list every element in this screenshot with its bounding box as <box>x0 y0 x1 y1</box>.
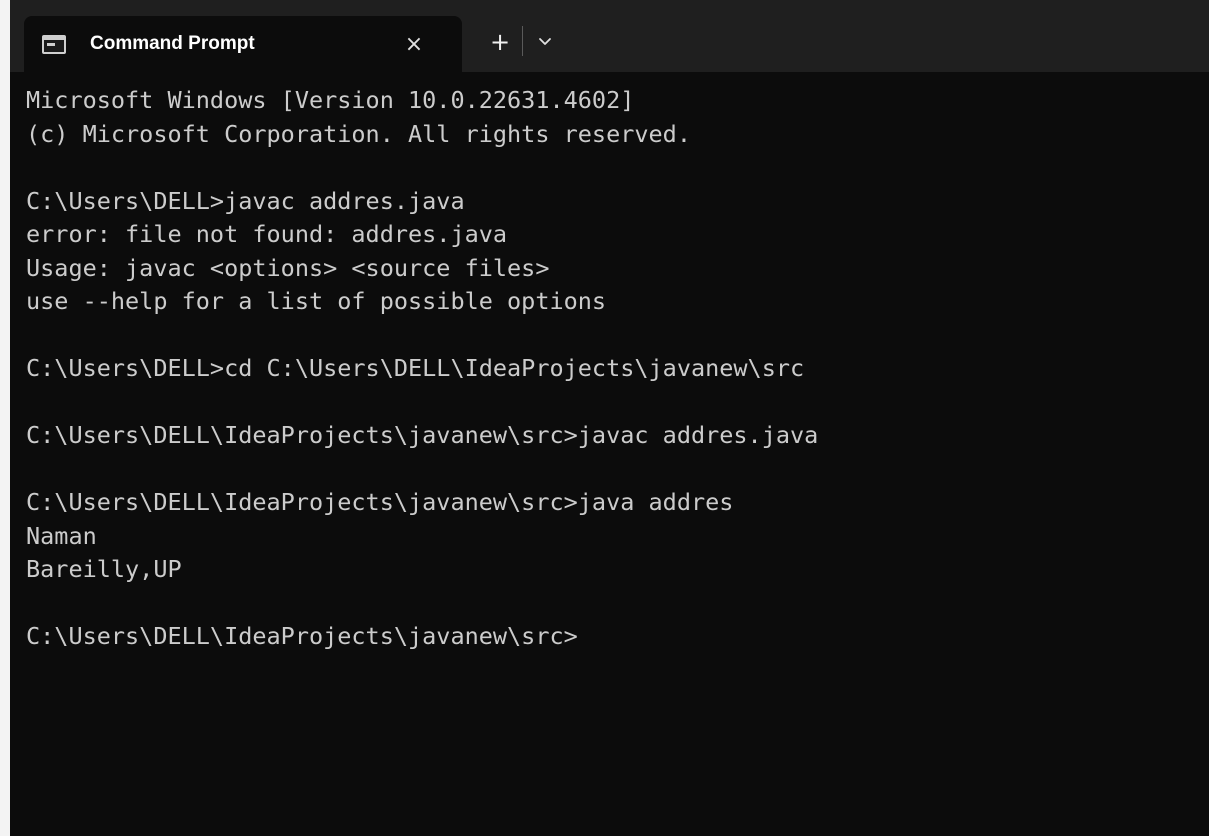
terminal-line: Bareilly,UP <box>26 555 182 583</box>
terminal-line: error: file not found: addres.java <box>26 220 508 248</box>
new-tab-button[interactable]: + <box>482 24 518 60</box>
chevron-down-icon <box>539 38 551 45</box>
terminal-line: Naman <box>26 521 97 550</box>
command-prompt-icon <box>42 34 66 54</box>
close-tab-button[interactable]: × <box>400 30 428 58</box>
terminal-line: C:\Users\DELL>cd C:\Users\DELL\IdeaProje… <box>26 354 805 382</box>
window-edge <box>0 0 10 836</box>
terminal-line: C:\Users\DELL\IdeaProjects\javanew\src> <box>26 622 578 650</box>
terminal-line: C:\Users\DELL\IdeaProjects\javanew\src>j… <box>26 421 819 449</box>
terminal-line: (c) Microsoft Corporation. All rights re… <box>26 119 691 148</box>
terminal-line: Usage: javac <options> <source files> <box>26 253 550 282</box>
tab-command-prompt[interactable]: Command Prompt × <box>24 16 462 72</box>
terminal-output[interactable]: Microsoft Windows [Version 10.0.22631.46… <box>26 84 1196 824</box>
terminal-line: C:\Users\DELL>javac addres.java <box>26 186 465 215</box>
terminal-line: Microsoft Windows [Version 10.0.22631.46… <box>26 86 635 114</box>
terminal-window: Command Prompt × + Microsoft Windows [Ve… <box>0 0 1209 836</box>
titlebar-divider <box>522 26 523 56</box>
terminal-line: use --help for a list of possible option… <box>26 287 607 315</box>
title-bar: Command Prompt × + <box>10 0 1209 72</box>
terminal-line: C:\Users\DELL\IdeaProjects\javanew\src>j… <box>26 488 734 516</box>
tab-title: Command Prompt <box>90 33 255 54</box>
tab-dropdown-button[interactable] <box>531 24 559 60</box>
